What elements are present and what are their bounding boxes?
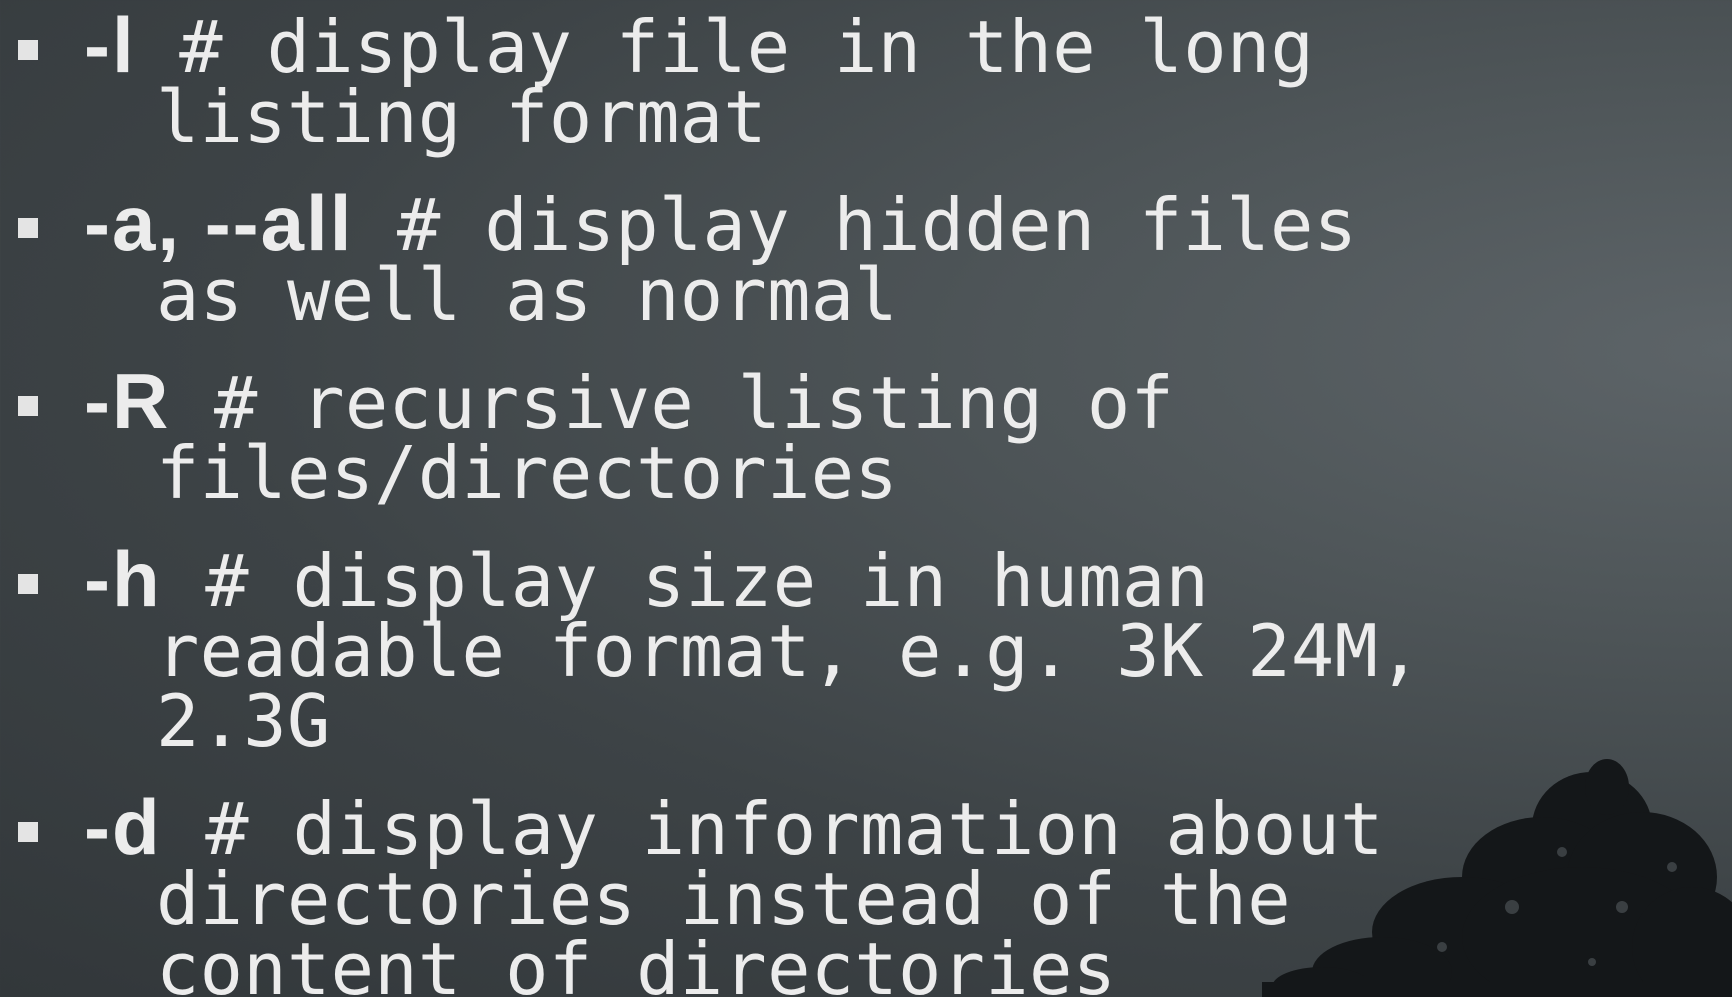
item-continuation-line: 2.3G: [156, 679, 331, 763]
option-flag: -l: [84, 1, 136, 89]
list-item: -h # display size in human readable form…: [84, 540, 1724, 763]
bullet-marker-icon: [18, 366, 38, 436]
list-item: -d # display information about directori…: [84, 788, 1724, 997]
item-continuation-line: files/directories: [156, 431, 899, 515]
item-continuation-line: directories instead of the: [156, 857, 1291, 941]
item-continuation-line: content of directories: [156, 927, 1117, 997]
bullet-marker-icon: [18, 10, 38, 80]
item-continuation-line: as well as normal: [156, 253, 899, 337]
item-first-line: -R # recursive listing of: [84, 362, 1724, 440]
option-flag: -h: [84, 535, 162, 623]
list-item: -R # recursive listing of files/director…: [84, 362, 1724, 515]
bullet-marker-icon: [18, 188, 38, 258]
item-first-line: -l # display file in the long: [84, 6, 1724, 84]
item-continuation-line: readable format, e.g. 3K 24M,: [156, 609, 1422, 693]
bullet-marker-icon: [18, 792, 38, 862]
item-first-line: -h # display size in human: [84, 540, 1724, 618]
bullet-marker-icon: [18, 544, 38, 614]
item-first-line: -d # display information about: [84, 788, 1724, 866]
item-continuation-line: listing format: [156, 75, 768, 159]
list-item: -l # display file in the long listing fo…: [84, 6, 1724, 159]
list-item: -a, --all # display hidden files as well…: [84, 184, 1724, 337]
option-flag: -d: [84, 783, 162, 871]
item-first-line: -a, --all # display hidden files: [84, 184, 1724, 262]
